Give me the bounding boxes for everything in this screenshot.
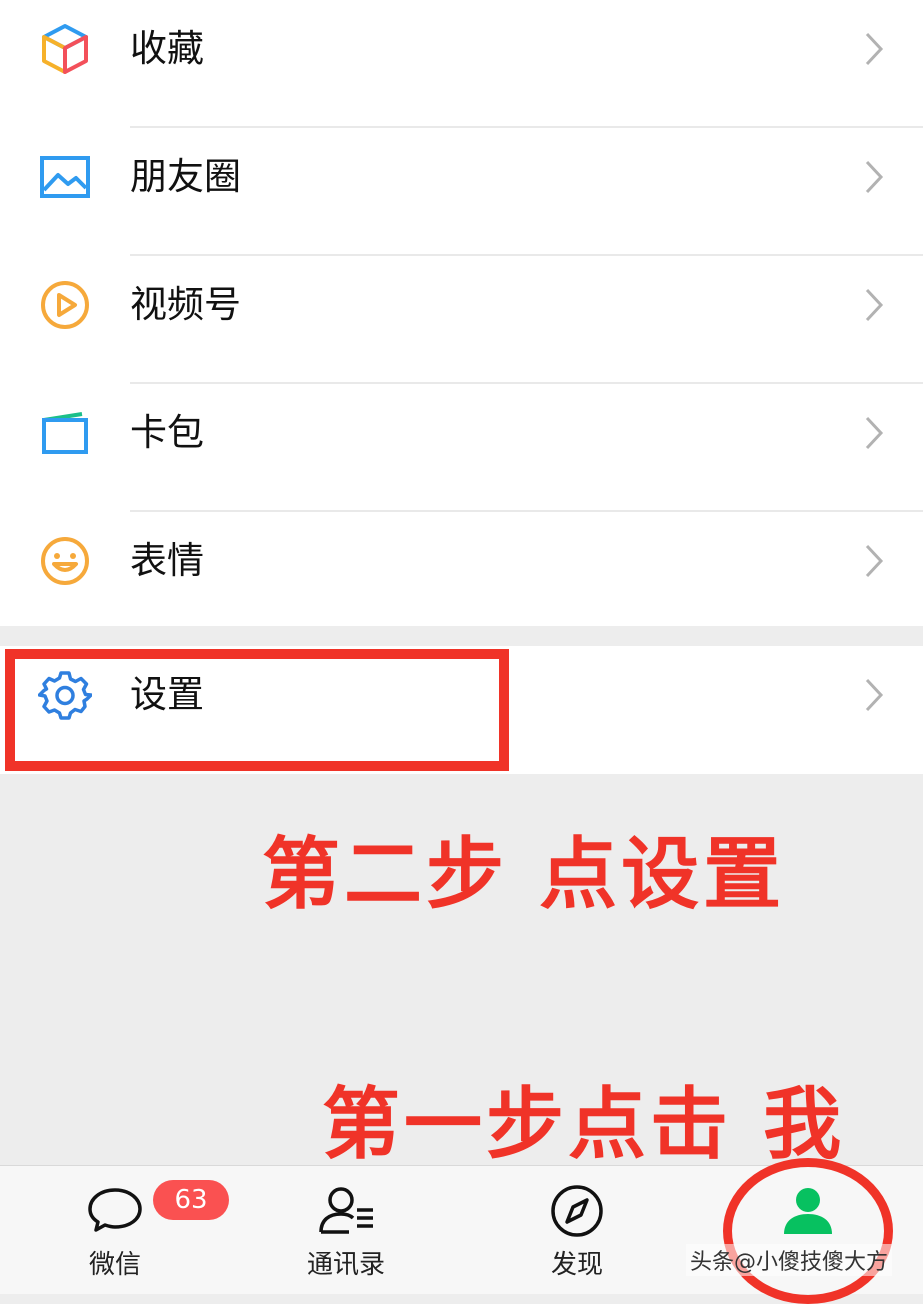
watermark: 头条@小傻技傻大方	[686, 1244, 893, 1276]
annotation-step-one: 第一步点击 我	[322, 1080, 846, 1170]
menu-group-main: 收藏 朋友圈 视频号 卡包 表情	[0, 0, 923, 626]
favorites-cube-icon	[38, 22, 92, 76]
tab-discover[interactable]: 发现	[487, 1166, 667, 1294]
unread-count-badge: 63	[153, 1180, 229, 1220]
me-tab-highlight-circle	[723, 1158, 893, 1304]
chevron-right-icon	[865, 416, 884, 450]
card-wallet-icon	[38, 406, 92, 460]
menu-item-label: 表情	[130, 539, 204, 582]
menu-item-channels[interactable]: 视频号	[0, 256, 923, 384]
menu-item-label: 朋友圈	[130, 155, 241, 198]
menu-item-label: 卡包	[130, 411, 204, 454]
settings-highlight-box	[5, 649, 509, 771]
tab-label: 通讯录	[306, 1250, 385, 1280]
chevron-right-icon	[865, 160, 884, 194]
menu-item-card-wallet[interactable]: 卡包	[0, 384, 923, 512]
menu-item-label: 收藏	[130, 27, 204, 70]
channels-play-icon	[38, 278, 92, 332]
tab-label: 微信	[88, 1250, 141, 1280]
menu-item-favorites[interactable]: 收藏	[0, 0, 923, 128]
menu-item-stickers[interactable]: 表情	[0, 512, 923, 640]
sticker-smile-icon	[38, 534, 92, 588]
menu-item-moments[interactable]: 朋友圈	[0, 128, 923, 256]
contacts-person-icon	[315, 1180, 377, 1242]
moments-image-icon	[38, 150, 92, 204]
chat-bubble-icon	[84, 1180, 146, 1242]
tab-chats[interactable]: 63 微信	[25, 1166, 229, 1294]
chevron-right-icon	[865, 544, 884, 578]
compass-icon	[546, 1180, 608, 1242]
tab-label: 发现	[550, 1250, 603, 1280]
annotation-step-two: 第二步 点设置	[262, 830, 786, 920]
menu-item-label: 视频号	[130, 283, 241, 326]
chevron-right-icon	[865, 288, 884, 322]
tab-contacts[interactable]: 通讯录	[256, 1166, 436, 1294]
chevron-right-icon	[865, 678, 884, 712]
chevron-right-icon	[865, 32, 884, 66]
